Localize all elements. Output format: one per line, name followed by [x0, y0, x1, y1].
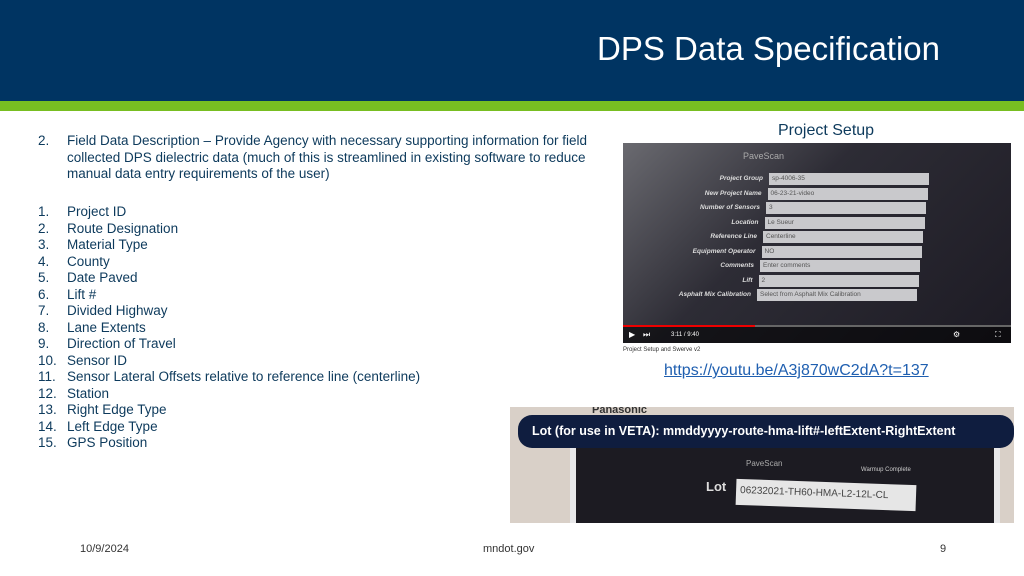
list-item: 10. Sensor ID — [38, 353, 420, 370]
form-field[interactable]: Select from Asphalt Mix Calibration — [757, 289, 917, 301]
form-label: Reference Line — [710, 233, 757, 240]
form-row: Project Group sp-4006-35 — [633, 173, 933, 187]
page-number: 9 — [940, 543, 947, 555]
form-row: Reference Line Centerline — [627, 231, 927, 245]
item-number: 11. — [38, 369, 56, 384]
item-label: County — [67, 253, 110, 269]
pavescan-brand: PaveScan — [743, 151, 785, 161]
item-label: Left Edge Type — [67, 418, 158, 434]
list-item: 9. Direction of Travel — [38, 336, 420, 353]
item-number: 5. — [38, 270, 50, 285]
item-number: 12. — [38, 385, 57, 401]
next-icon[interactable]: ⏭ — [643, 330, 650, 340]
form-label: New Project Name — [704, 189, 762, 197]
item-number: 9. — [38, 336, 50, 351]
video-time: 3:11 / 9:40 — [671, 332, 699, 338]
video-controls: ▶ ⏭ 3:11 / 9:40 ⚙ ⛶ — [623, 327, 1011, 343]
form-label: Asphalt Mix Calibration — [678, 291, 751, 298]
list-item: 3. Material Type — [38, 237, 420, 254]
form-field[interactable]: Centerline — [763, 231, 923, 243]
form-field[interactable]: Enter comments — [760, 260, 920, 272]
form-label: Location — [731, 218, 759, 226]
header-stripe — [0, 101, 1024, 111]
intro-number: 2. — [38, 133, 50, 148]
lot-screenshot: PaveScan Warmup Complete Panasonic Lot (… — [510, 407, 1014, 523]
list-item: 4. County — [38, 254, 420, 271]
item-label: Direction of Travel — [67, 336, 176, 351]
item-number: 14. — [38, 418, 57, 434]
item-number: 4. — [38, 253, 50, 269]
form-row: Equipment Operator NO — [626, 245, 926, 260]
form-row: Comments Enter comments — [624, 260, 924, 274]
intro-paragraph: 2. Field Data Description – Provide Agen… — [38, 133, 608, 183]
form-field[interactable]: 3 — [766, 202, 926, 214]
list-item: 12. Station — [38, 386, 420, 403]
lot-format-banner: Lot (for use in VETA): mmddyyyy-route-hm… — [518, 415, 1014, 448]
item-number: 2. — [38, 220, 50, 236]
project-setup-caption: Project Setup — [778, 122, 875, 139]
form-label: Equipment Operator — [692, 247, 756, 255]
list-item: 11. Sensor Lateral Offsets relative to re… — [38, 369, 420, 386]
fullscreen-icon[interactable]: ⛶ — [995, 330, 1001, 340]
field-list: 1. Project ID 2. Route Designation 3. Materia… — [38, 204, 420, 452]
form-label: Project Group — [719, 175, 763, 182]
form-label: Lift — [742, 276, 753, 284]
project-setup-video[interactable]: PaveScan Project Group sp-4006-35 New Proj… — [623, 143, 1011, 343]
lot-label: Lot — [706, 479, 727, 494]
video-title: Project Setup and Swerve v2 — [623, 347, 701, 353]
form-field[interactable]: NO — [761, 245, 922, 258]
list-item: 7. Divided Highway — [38, 303, 420, 320]
item-label: Lane Extents — [67, 319, 146, 335]
item-number: 1. — [38, 204, 50, 219]
form-row: New Project Name 06-23-21-video — [632, 187, 932, 202]
item-label: Route Designation — [67, 220, 179, 236]
list-item: 1. Project ID — [38, 204, 420, 221]
item-label: Date Paved — [67, 270, 138, 285]
item-label: GPS Position — [67, 435, 148, 450]
item-label: Project ID — [67, 204, 127, 219]
play-icon[interactable]: ▶ — [629, 330, 635, 339]
form-row: Location Le Sueur — [629, 216, 929, 231]
list-item: 6. Lift # — [38, 287, 420, 304]
item-label: Station — [67, 385, 110, 401]
list-item: 13. Right Edge Type — [38, 402, 420, 419]
settings-icon[interactable]: ⚙ — [953, 330, 960, 339]
form-row: Number of Sensors 3 — [630, 202, 930, 216]
item-number: 3. — [38, 237, 50, 252]
item-label: Sensor ID — [67, 352, 128, 368]
form-field[interactable]: 06-23-21-video — [767, 187, 928, 200]
list-item: 14. Left Edge Type — [38, 419, 420, 436]
slide-title: DPS Data Specification — [597, 30, 941, 67]
item-number: 15. — [38, 435, 57, 450]
list-item: 15. GPS Position — [38, 435, 420, 452]
form-field[interactable]: 2 — [758, 274, 919, 287]
form-row: Lift 2 — [623, 274, 923, 289]
video-link[interactable]: https://youtu.be/A3j870wC2dA?t=137 — [664, 362, 929, 380]
item-number: 10. — [38, 352, 57, 368]
footer-site: mndot.gov — [483, 543, 535, 555]
form-label: Number of Sensors — [700, 204, 760, 211]
list-item: 5. Date Paved — [38, 270, 420, 287]
warmup-status: Warmup Complete — [861, 467, 911, 473]
pavescan-brand: PaveScan — [746, 459, 783, 468]
form-field[interactable]: sp-4006-35 — [769, 173, 929, 185]
form-field[interactable]: Le Sueur — [764, 216, 925, 229]
item-number: 13. — [38, 402, 57, 417]
item-label: Material Type — [67, 237, 148, 252]
item-number: 7. — [38, 303, 50, 318]
footer-date: 10/9/2024 — [80, 543, 129, 555]
intro-text: Field Data Description – Provide Agency … — [67, 133, 588, 181]
item-label: Right Edge Type — [67, 402, 167, 417]
item-number: 8. — [38, 319, 50, 335]
list-item: 2. Route Designation — [38, 221, 420, 238]
list-item: 8. Lane Extents — [38, 320, 420, 337]
item-label: Lift # — [67, 286, 97, 302]
form-row: Asphalt Mix Calibration Select from Aspha… — [623, 289, 921, 303]
item-number: 6. — [38, 286, 50, 302]
form-label: Comments — [720, 262, 754, 269]
item-label: Sensor Lateral Offsets relative to refer… — [67, 369, 421, 384]
item-label: Divided Highway — [67, 303, 168, 318]
